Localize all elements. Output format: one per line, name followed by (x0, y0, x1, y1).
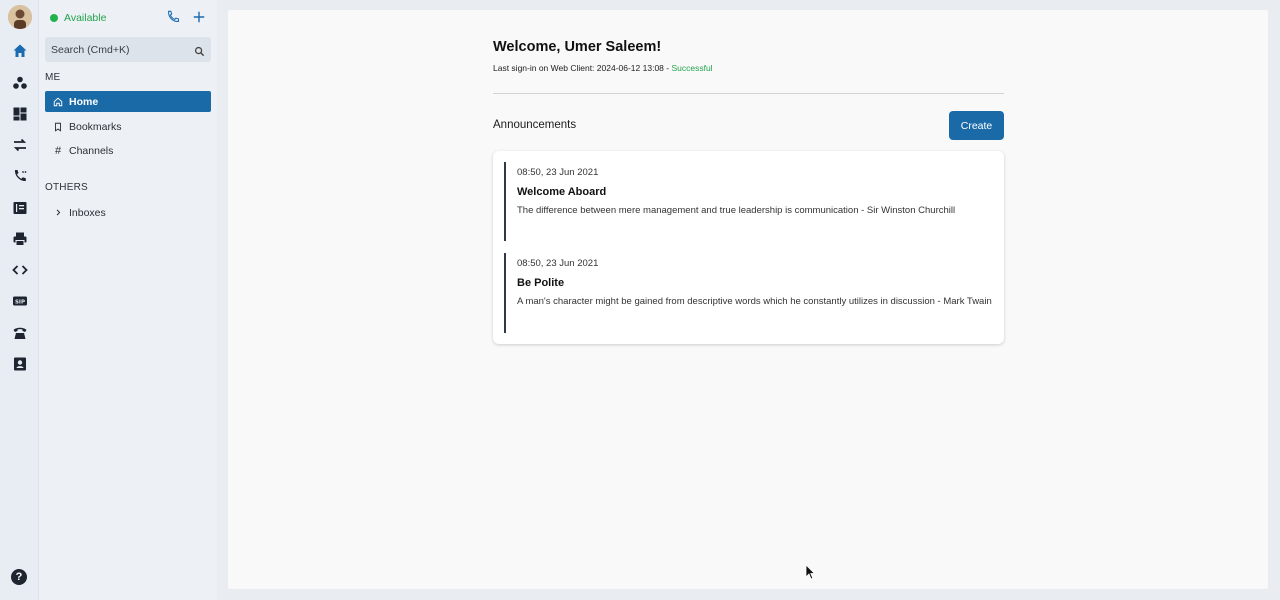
announcement-time: 08:50, 23 Jun 2021 (517, 258, 599, 269)
create-button[interactable]: Create (949, 111, 1004, 140)
phone-icon[interactable] (165, 9, 181, 25)
announcements-card: 08:50, 23 Jun 2021 Welcome Aboard The di… (493, 151, 1004, 344)
section-label-me: ME (45, 72, 61, 83)
dashboard-icon[interactable] (10, 104, 30, 124)
sidebar-item-label: Bookmarks (69, 120, 122, 133)
announcement-body: The difference between mere management a… (517, 205, 956, 216)
announcement-body: A man's character might be gained from d… (517, 296, 992, 307)
home-icon[interactable] (10, 41, 30, 61)
status-dot-icon (50, 14, 58, 22)
desk-phone-icon[interactable] (10, 323, 30, 343)
announcement-item[interactable]: 08:50, 23 Jun 2021 Be Polite A man's cha… (504, 253, 992, 333)
sidebar-item-channels[interactable]: # Channels (45, 140, 211, 161)
sidebar-item-inboxes[interactable]: Inboxes (45, 202, 211, 223)
availability-status[interactable]: Available (50, 12, 106, 24)
announcement-time: 08:50, 23 Jun 2021 (517, 167, 599, 178)
home-outline-icon (53, 97, 63, 107)
signin-text: Last sign-in on Web Client: 2024-06-12 1… (493, 63, 672, 73)
users-icon[interactable] (10, 73, 30, 93)
transfer-icon[interactable] (10, 135, 30, 155)
sidebar-item-label: Inboxes (69, 206, 106, 219)
call-log-icon[interactable] (10, 166, 30, 186)
avatar[interactable] (8, 5, 32, 29)
main-content: Welcome, Umer Saleem! Last sign-in on We… (228, 10, 1268, 589)
hash-icon: # (54, 144, 62, 157)
sidebar-actions (165, 9, 207, 25)
sidebar-item-bookmarks[interactable]: Bookmarks (45, 116, 211, 137)
svg-text:SIP: SIP (15, 300, 25, 306)
sidebar-item-label: Home (69, 95, 99, 108)
mouse-cursor-icon (805, 564, 815, 580)
page-title: Welcome, Umer Saleem! (493, 39, 662, 55)
sip-icon[interactable]: SIP (10, 291, 30, 311)
add-icon[interactable] (191, 9, 207, 25)
signin-status: Successful (671, 63, 713, 73)
search-icon (194, 44, 205, 57)
chevron-right-icon (53, 208, 63, 218)
sidebar-item-home[interactable]: Home (45, 91, 211, 112)
last-signin-info: Last sign-in on Web Client: 2024-06-12 1… (493, 63, 713, 73)
announcement-item[interactable]: 08:50, 23 Jun 2021 Welcome Aboard The di… (504, 162, 992, 241)
printer-icon[interactable] (10, 229, 30, 249)
announcement-title: Welcome Aboard (517, 186, 607, 198)
contacts-icon[interactable] (10, 354, 30, 374)
help-icon[interactable]: ? (11, 569, 27, 585)
status-label: Available (64, 12, 107, 24)
bookmark-icon (53, 122, 63, 132)
sidebar-item-label: Channels (69, 144, 114, 157)
divider (493, 93, 1004, 94)
code-icon[interactable] (10, 260, 30, 280)
sidebar: Available ME Home Bookmarks # Channels O… (39, 0, 217, 600)
directory-icon[interactable] (10, 198, 30, 218)
section-label-others: OTHERS (45, 182, 88, 193)
search-input[interactable] (45, 37, 211, 62)
icon-rail: SIP ? (0, 0, 39, 600)
announcements-heading: Announcements (493, 119, 577, 131)
announcement-title: Be Polite (517, 277, 565, 289)
